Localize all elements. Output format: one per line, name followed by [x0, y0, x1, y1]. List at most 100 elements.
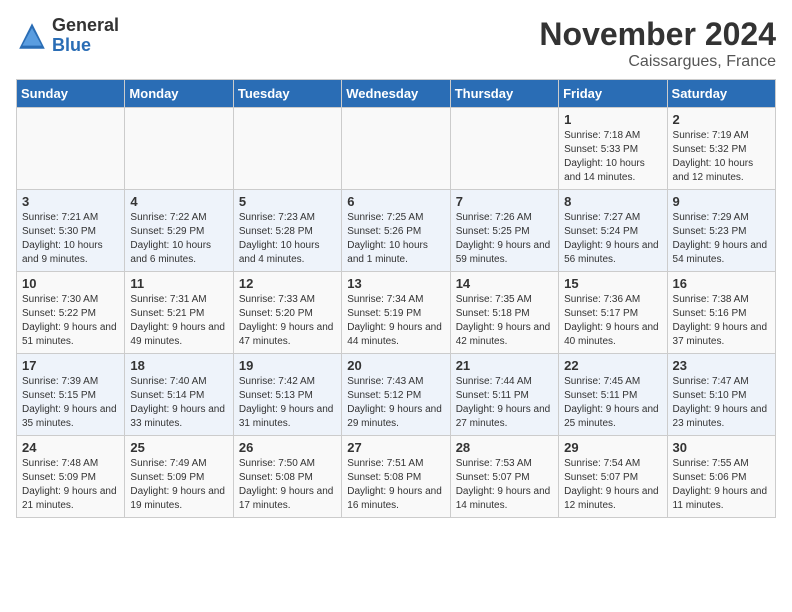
calendar-cell: 4Sunrise: 7:22 AM Sunset: 5:29 PM Daylig… — [125, 190, 233, 272]
calendar-cell: 9Sunrise: 7:29 AM Sunset: 5:23 PM Daylig… — [667, 190, 775, 272]
day-info: Sunrise: 7:50 AM Sunset: 5:08 PM Dayligh… — [239, 457, 336, 513]
calendar-cell: 20 Sunrise: 7:43 AM Sunset: 5:12 PM Dayli… — [342, 354, 450, 436]
day-info: Sunrise: 7:34 AM Sunset: 5:19 PM Dayligh… — [347, 293, 444, 349]
day-info: Sunrise: 7:45 AM Sunset: 5:11 PM Dayligh… — [564, 375, 661, 431]
calendar-cell — [233, 108, 341, 190]
day-info: Sunrise: 7:49 AM Sunset: 5:09 PM Dayligh… — [130, 457, 227, 513]
weekday-header-row: SundayMondayTuesdayWednesdayThursdayFrid… — [17, 80, 776, 108]
day-number: 3 — [22, 194, 119, 209]
day-info: Sunrise: 7:54 AM Sunset: 5:07 PM Dayligh… — [564, 457, 661, 513]
day-info: Sunrise: 7:30 AM Sunset: 5:22 PM Dayligh… — [22, 293, 119, 349]
day-number: 14 — [456, 276, 553, 291]
day-number: 28 — [456, 440, 553, 455]
day-info: Sunrise: 7:19 AM Sunset: 5:32 PM Dayligh… — [673, 129, 770, 185]
day-number: 19 — [239, 358, 336, 373]
calendar-cell: 13 Sunrise: 7:34 AM Sunset: 5:19 PM Dayli… — [342, 272, 450, 354]
day-number: 24 — [22, 440, 119, 455]
calendar-cell: 2 Sunrise: 7:19 AM Sunset: 5:32 PM Daylig… — [667, 108, 775, 190]
calendar-week-row: 3 Sunrise: 7:21 AM Sunset: 5:30 PM Daylig… — [17, 190, 776, 272]
day-info: Sunrise: 7:27 AM Sunset: 5:24 PM Dayligh… — [564, 211, 661, 267]
calendar-cell: 8 Sunrise: 7:27 AM Sunset: 5:24 PM Daylig… — [559, 190, 667, 272]
day-number: 27 — [347, 440, 444, 455]
day-number: 5 — [239, 194, 336, 209]
month-title: November 2024 — [539, 16, 776, 53]
calendar-cell: 30 Sunrise: 7:55 AM Sunset: 5:06 PM Dayli… — [667, 436, 775, 518]
day-info: Sunrise: 7:48 AM Sunset: 5:09 PM Dayligh… — [22, 457, 119, 513]
calendar-cell: 17Sunrise: 7:39 AM Sunset: 5:15 PM Dayli… — [17, 354, 125, 436]
calendar-week-row: 10Sunrise: 7:30 AM Sunset: 5:22 PM Dayli… — [17, 272, 776, 354]
day-number: 7 — [456, 194, 553, 209]
page-header: General Blue November 2024 Caissargues, … — [16, 16, 776, 71]
day-info: Sunrise: 7:33 AM Sunset: 5:20 PM Dayligh… — [239, 293, 336, 349]
title-block: November 2024 Caissargues, France — [539, 16, 776, 71]
day-info: Sunrise: 7:31 AM Sunset: 5:21 PM Dayligh… — [130, 293, 227, 349]
weekday-header-saturday: Saturday — [667, 80, 775, 108]
weekday-header-wednesday: Wednesday — [342, 80, 450, 108]
day-info: Sunrise: 7:35 AM Sunset: 5:18 PM Dayligh… — [456, 293, 553, 349]
day-info: Sunrise: 7:40 AM Sunset: 5:14 PM Dayligh… — [130, 375, 227, 431]
day-number: 15 — [564, 276, 661, 291]
day-number: 16 — [673, 276, 770, 291]
calendar-cell: 7 Sunrise: 7:26 AM Sunset: 5:25 PM Daylig… — [450, 190, 558, 272]
day-number: 13 — [347, 276, 444, 291]
logo-text: General Blue — [52, 16, 119, 56]
day-info: Sunrise: 7:39 AM Sunset: 5:15 PM Dayligh… — [22, 375, 119, 431]
weekday-header-monday: Monday — [125, 80, 233, 108]
day-info: Sunrise: 7:38 AM Sunset: 5:16 PM Dayligh… — [673, 293, 770, 349]
day-number: 30 — [673, 440, 770, 455]
day-info: Sunrise: 7:26 AM Sunset: 5:25 PM Dayligh… — [456, 211, 553, 267]
day-info: Sunrise: 7:44 AM Sunset: 5:11 PM Dayligh… — [456, 375, 553, 431]
day-number: 23 — [673, 358, 770, 373]
calendar-cell: 26 Sunrise: 7:50 AM Sunset: 5:08 PM Dayli… — [233, 436, 341, 518]
calendar-cell: 18 Sunrise: 7:40 AM Sunset: 5:14 PM Dayli… — [125, 354, 233, 436]
calendar-cell — [17, 108, 125, 190]
weekday-header-friday: Friday — [559, 80, 667, 108]
day-number: 25 — [130, 440, 227, 455]
day-info: Sunrise: 7:55 AM Sunset: 5:06 PM Dayligh… — [673, 457, 770, 513]
calendar-cell: 22 Sunrise: 7:45 AM Sunset: 5:11 PM Dayli… — [559, 354, 667, 436]
calendar-cell: 1Sunrise: 7:18 AM Sunset: 5:33 PM Daylig… — [559, 108, 667, 190]
day-info: Sunrise: 7:36 AM Sunset: 5:17 PM Dayligh… — [564, 293, 661, 349]
calendar-cell: 16 Sunrise: 7:38 AM Sunset: 5:16 PM Dayli… — [667, 272, 775, 354]
day-number: 8 — [564, 194, 661, 209]
day-info: Sunrise: 7:29 AM Sunset: 5:23 PM Dayligh… — [673, 211, 770, 267]
calendar-cell: 21 Sunrise: 7:44 AM Sunset: 5:11 PM Dayli… — [450, 354, 558, 436]
day-number: 21 — [456, 358, 553, 373]
logo-icon — [16, 20, 48, 52]
calendar-cell: 29 Sunrise: 7:54 AM Sunset: 5:07 PM Dayli… — [559, 436, 667, 518]
calendar-cell: 24 Sunrise: 7:48 AM Sunset: 5:09 PM Dayli… — [17, 436, 125, 518]
day-number: 29 — [564, 440, 661, 455]
day-info: Sunrise: 7:21 AM Sunset: 5:30 PM Dayligh… — [22, 211, 119, 267]
calendar-cell: 23 Sunrise: 7:47 AM Sunset: 5:10 PM Dayli… — [667, 354, 775, 436]
day-number: 6 — [347, 194, 444, 209]
calendar-week-row: 17Sunrise: 7:39 AM Sunset: 5:15 PM Dayli… — [17, 354, 776, 436]
calendar-cell: 27 Sunrise: 7:51 AM Sunset: 5:08 PM Dayli… — [342, 436, 450, 518]
calendar-cell: 6Sunrise: 7:25 AM Sunset: 5:26 PM Daylig… — [342, 190, 450, 272]
calendar-cell: 19 Sunrise: 7:42 AM Sunset: 5:13 PM Dayli… — [233, 354, 341, 436]
day-number: 26 — [239, 440, 336, 455]
day-info: Sunrise: 7:43 AM Sunset: 5:12 PM Dayligh… — [347, 375, 444, 431]
calendar-cell: 15 Sunrise: 7:36 AM Sunset: 5:17 PM Dayli… — [559, 272, 667, 354]
calendar-table: SundayMondayTuesdayWednesdayThursdayFrid… — [16, 79, 776, 518]
day-number: 20 — [347, 358, 444, 373]
calendar-cell: 14 Sunrise: 7:35 AM Sunset: 5:18 PM Dayli… — [450, 272, 558, 354]
weekday-header-tuesday: Tuesday — [233, 80, 341, 108]
day-number: 4 — [130, 194, 227, 209]
day-info: Sunrise: 7:42 AM Sunset: 5:13 PM Dayligh… — [239, 375, 336, 431]
calendar-cell: 5Sunrise: 7:23 AM Sunset: 5:28 PM Daylig… — [233, 190, 341, 272]
location: Caissargues, France — [539, 53, 776, 71]
day-number: 1 — [564, 112, 661, 127]
calendar-cell — [125, 108, 233, 190]
calendar-week-row: 24 Sunrise: 7:48 AM Sunset: 5:09 PM Dayli… — [17, 436, 776, 518]
day-number: 2 — [673, 112, 770, 127]
calendar-cell: 10Sunrise: 7:30 AM Sunset: 5:22 PM Dayli… — [17, 272, 125, 354]
weekday-header-sunday: Sunday — [17, 80, 125, 108]
day-number: 18 — [130, 358, 227, 373]
day-number: 22 — [564, 358, 661, 373]
day-info: Sunrise: 7:53 AM Sunset: 5:07 PM Dayligh… — [456, 457, 553, 513]
day-number: 12 — [239, 276, 336, 291]
day-info: Sunrise: 7:51 AM Sunset: 5:08 PM Dayligh… — [347, 457, 444, 513]
day-info: Sunrise: 7:47 AM Sunset: 5:10 PM Dayligh… — [673, 375, 770, 431]
calendar-cell — [342, 108, 450, 190]
calendar-cell: 25 Sunrise: 7:49 AM Sunset: 5:09 PM Dayli… — [125, 436, 233, 518]
